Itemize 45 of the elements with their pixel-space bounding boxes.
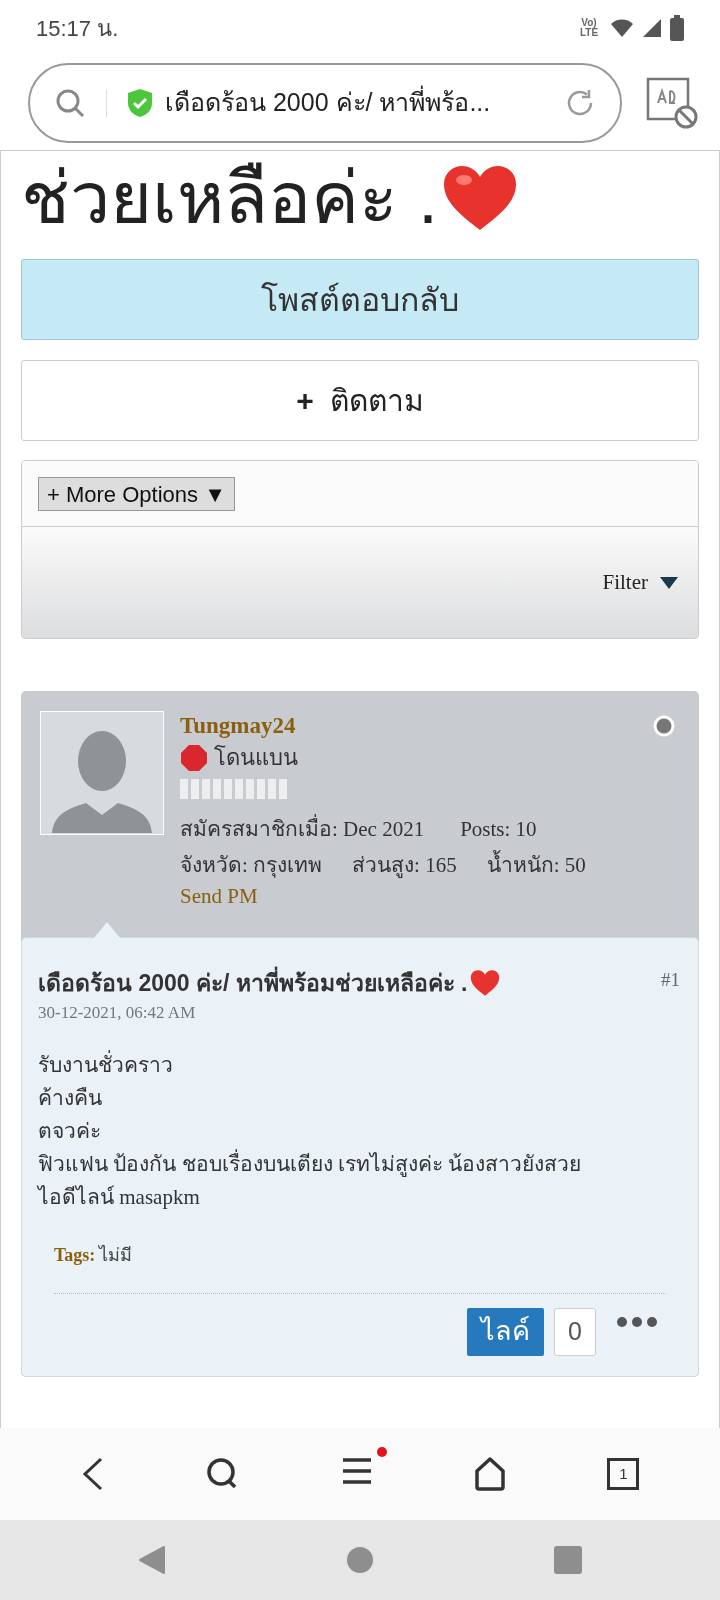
user-info-text: Posts: 10 xyxy=(460,816,537,843)
dropdown-caret-icon xyxy=(660,576,678,589)
follow-button[interactable]: + ติดตาม xyxy=(21,360,699,441)
ad-block-icon[interactable] xyxy=(646,77,698,129)
back-icon[interactable] xyxy=(80,1457,105,1491)
user-info-text: ส่วนสูง: 165 xyxy=(352,852,457,880)
status-time: 15:17 น. xyxy=(36,14,119,43)
post-title: เดือดร้อน 2000 ค่ะ/ หาพี่พร้อมช่วยเหลือค่ะ . xyxy=(38,966,468,1001)
menu-icon[interactable] xyxy=(340,1456,373,1485)
post-date: 30-12-2021, 06:42 AM xyxy=(38,1001,197,1024)
shield-icon xyxy=(127,88,153,118)
post-text: รับงานชั่วคราว xyxy=(38,1049,174,1079)
post-text: ค้างคืน xyxy=(38,1084,103,1112)
avatar-icon xyxy=(40,711,164,835)
status-icon xyxy=(653,715,675,737)
network-indicator: Vo) LTE xyxy=(578,18,600,38)
filter-button[interactable]: Filter xyxy=(602,566,648,599)
post-text: ฟิวแฟน ป้องกัน ชอบเรื่องบนเตียง เรทไม่สูงค่ะ น้องสาวยังสวย xyxy=(38,1148,582,1179)
reputation-icon xyxy=(180,779,287,799)
heart-icon xyxy=(442,164,518,232)
post-text: ไอดีไลน์ masapkm xyxy=(38,1183,201,1211)
reply-button[interactable]: โพสต์ตอบกลับ xyxy=(21,259,699,340)
tags-label: Tags: xyxy=(54,1243,96,1267)
wifi-icon xyxy=(610,18,634,38)
home-icon[interactable] xyxy=(474,1457,507,1491)
user-info-text: น้ำหนัก: 50 xyxy=(486,847,586,883)
page-title-text: เดือดร้อน 2000 ค่ะ/ หาพี่พร้อ... xyxy=(165,84,552,122)
user-info-text: จังหวัด: กรุงเทพ xyxy=(180,852,323,880)
more-options-button[interactable]: + More Options ▼ xyxy=(38,476,235,511)
address-bar[interactable]: เดือดร้อน 2000 ค่ะ/ หาพี่พร้อ... xyxy=(28,63,622,143)
page-heading: ช่วยเหลือค่ะ . xyxy=(21,157,438,240)
heart-icon xyxy=(469,969,500,998)
post-text: ตจวค่ะ xyxy=(38,1117,102,1145)
battery-icon xyxy=(670,15,684,41)
like-button[interactable]: ไลค์ xyxy=(467,1307,544,1356)
more-icon[interactable] xyxy=(616,1315,658,1328)
stop-sign-icon xyxy=(180,744,208,772)
post-number-link[interactable]: #1 xyxy=(661,966,680,995)
signal-icon xyxy=(642,18,662,38)
user-info-text: สมัครสมาชิกเมื่อ: Dec 2021 xyxy=(180,811,425,847)
search-icon xyxy=(54,87,86,119)
tags-value: ไม่มี xyxy=(99,1243,133,1267)
user-status: โดนแบน xyxy=(214,744,298,772)
tabs-button[interactable]: 1 xyxy=(607,1458,640,1490)
like-count: 0 xyxy=(554,1307,596,1356)
